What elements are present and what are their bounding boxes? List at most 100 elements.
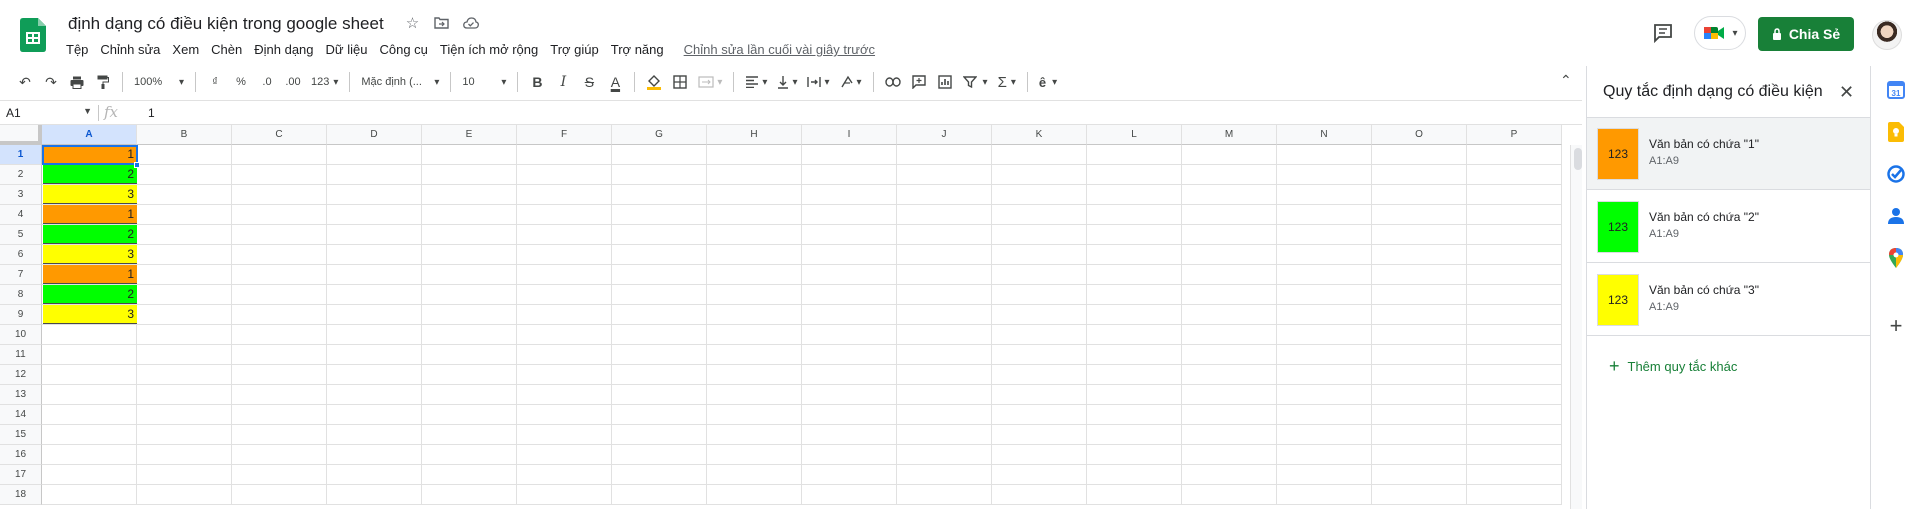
column-header[interactable]: J — [897, 125, 992, 145]
cell-a2[interactable]: 2 — [43, 165, 137, 184]
fill-handle[interactable] — [134, 162, 140, 168]
collapse-menus-icon[interactable]: ⌃ — [1560, 72, 1576, 88]
italic-button[interactable]: I — [551, 69, 575, 95]
column-header[interactable]: H — [707, 125, 802, 145]
spreadsheet-grid[interactable]: A B C D E F G H I J K L M N O P 1 2 3 4 5 6 7 8 9 10 11 12 13 14 15 16 1… — [0, 125, 1566, 509]
undo-icon[interactable]: ↶ — [13, 69, 37, 95]
row-header[interactable]: 11 — [0, 345, 42, 365]
row-header[interactable]: 9 — [0, 305, 42, 325]
column-header[interactable]: B — [137, 125, 232, 145]
decrease-decimal-button[interactable]: .0 — [255, 69, 279, 95]
column-header[interactable]: G — [612, 125, 707, 145]
sheets-logo-icon[interactable] — [20, 18, 46, 52]
last-edit-link[interactable]: Chỉnh sửa lần cuối vài giây trước — [678, 42, 881, 57]
column-header[interactable]: I — [802, 125, 897, 145]
functions-icon[interactable]: Σ ▾ — [994, 69, 1020, 95]
input-tools-icon[interactable]: ê ▾ — [1035, 69, 1061, 95]
column-header[interactable]: M — [1182, 125, 1277, 145]
number-format-select[interactable]: 123 — [307, 69, 342, 95]
conditional-rule-item[interactable]: 123 Văn bản có chứa "3" A1:A9 — [1587, 264, 1870, 336]
menu-tools[interactable]: Công cụ — [373, 42, 433, 57]
menu-help[interactable]: Trợ giúp — [544, 42, 605, 57]
cell-a5[interactable]: 2 — [43, 225, 137, 244]
keep-icon[interactable] — [1886, 122, 1906, 142]
calendar-icon[interactable]: 31 — [1886, 80, 1906, 100]
contacts-icon[interactable] — [1886, 206, 1906, 226]
column-header[interactable]: P — [1467, 125, 1562, 145]
cell-a8[interactable]: 2 — [43, 285, 137, 304]
row-header[interactable]: 16 — [0, 445, 42, 465]
vertical-scrollbar[interactable] — [1570, 145, 1582, 509]
insert-link-icon[interactable] — [881, 69, 905, 95]
row-header[interactable]: 7 — [0, 265, 42, 285]
menu-data[interactable]: Dữ liệu — [320, 42, 374, 57]
font-size-select[interactable]: 10 — [458, 69, 510, 95]
row-header[interactable]: 18 — [0, 485, 42, 505]
column-header[interactable]: F — [517, 125, 612, 145]
menu-extensions[interactable]: Tiện ích mở rộng — [434, 42, 544, 57]
row-header[interactable]: 1 — [0, 145, 42, 165]
avatar[interactable] — [1872, 20, 1902, 50]
row-header[interactable]: 17 — [0, 465, 42, 485]
row-header[interactable]: 4 — [0, 205, 42, 225]
move-to-folder-icon[interactable] — [433, 14, 450, 31]
conditional-rule-item[interactable]: 123 Văn bản có chứa "1" A1:A9 — [1587, 118, 1870, 190]
cloud-saved-icon[interactable] — [462, 14, 479, 31]
strikethrough-button[interactable]: S — [577, 69, 601, 95]
horizontal-align-icon[interactable]: ▾ — [741, 69, 771, 95]
share-button[interactable]: Chia Sẻ — [1758, 17, 1854, 51]
row-header[interactable]: 3 — [0, 185, 42, 205]
tasks-icon[interactable] — [1886, 164, 1906, 184]
menu-format[interactable]: Định dạng — [248, 42, 319, 57]
menu-file[interactable]: Tệp — [60, 42, 94, 57]
borders-icon[interactable] — [668, 69, 692, 95]
font-select[interactable]: Mặc định (... — [357, 69, 443, 95]
menu-edit[interactable]: Chỉnh sửa — [94, 42, 166, 57]
row-header[interactable]: 8 — [0, 285, 42, 305]
merge-cells-icon[interactable]: ▾ — [694, 69, 726, 95]
bold-button[interactable]: B — [525, 69, 549, 95]
row-header[interactable]: 6 — [0, 245, 42, 265]
star-icon[interactable]: ☆ — [404, 14, 421, 32]
add-rule-button[interactable]: + Thêm quy tắc khác — [1609, 356, 1737, 377]
vertical-align-icon[interactable]: ▾ — [773, 69, 801, 95]
column-header[interactable]: K — [992, 125, 1087, 145]
insert-chart-icon[interactable] — [933, 69, 957, 95]
fill-color-icon[interactable] — [642, 69, 666, 95]
maps-icon[interactable] — [1886, 248, 1906, 268]
conditional-rule-item[interactable]: 123 Văn bản có chứa "2" A1:A9 — [1587, 191, 1870, 263]
row-header[interactable]: 12 — [0, 365, 42, 385]
column-header[interactable]: L — [1087, 125, 1182, 145]
cell-a6[interactable]: 3 — [43, 245, 137, 264]
row-header[interactable]: 13 — [0, 385, 42, 405]
close-icon[interactable]: ✕ — [1839, 82, 1854, 103]
meet-button[interactable]: ▾ — [1694, 16, 1746, 50]
row-header[interactable]: 10 — [0, 325, 42, 345]
column-header[interactable]: D — [327, 125, 422, 145]
row-header[interactable]: 15 — [0, 425, 42, 445]
column-header[interactable]: A — [42, 125, 137, 145]
row-header[interactable]: 14 — [0, 405, 42, 425]
column-header[interactable]: E — [422, 125, 517, 145]
add-icon[interactable]: + — [1886, 313, 1906, 338]
row-header[interactable]: 2 — [0, 165, 42, 185]
cell-a9[interactable]: 3 — [43, 305, 137, 324]
column-header[interactable]: C — [232, 125, 327, 145]
text-wrapping-icon[interactable]: ▾ — [803, 69, 833, 95]
name-box[interactable]: A1 ▼ — [6, 106, 92, 120]
print-icon[interactable] — [65, 69, 89, 95]
cell-a3[interactable]: 3 — [43, 185, 137, 204]
menu-view[interactable]: Xem — [166, 42, 205, 57]
row-header[interactable]: 5 — [0, 225, 42, 245]
column-header[interactable]: O — [1372, 125, 1467, 145]
paint-format-icon[interactable] — [91, 69, 115, 95]
column-header[interactable]: N — [1277, 125, 1372, 145]
document-title[interactable]: định dạng có điều kiện trong google shee… — [68, 14, 384, 34]
insert-comment-icon[interactable] — [907, 69, 931, 95]
menu-accessibility[interactable]: Trợ năng — [605, 42, 670, 57]
text-rotation-icon[interactable]: ▾ — [836, 69, 866, 95]
cell-a4[interactable]: 1 — [43, 205, 137, 224]
percent-format-button[interactable]: % — [229, 69, 253, 95]
menu-insert[interactable]: Chèn — [205, 42, 248, 57]
zoom-select[interactable]: 100% — [130, 69, 188, 95]
